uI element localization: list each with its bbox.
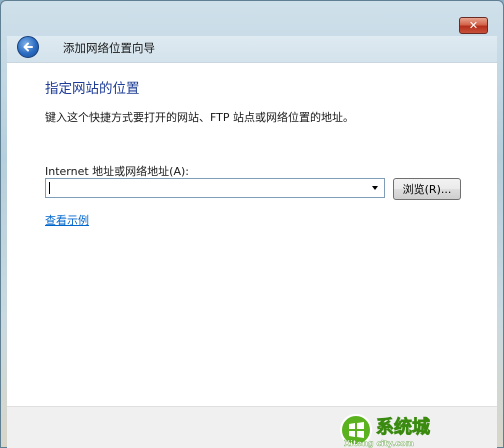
address-combobox[interactable] <box>45 178 385 198</box>
close-button[interactable]: ✕ <box>459 17 488 34</box>
address-label: Internet 地址或网络地址(A): <box>45 165 189 178</box>
description-text: 键入这个快捷方式要打开的网站、FTP 站点或网络位置的地址。 <box>45 111 354 124</box>
wizard-content: 指定网站的位置 键入这个快捷方式要打开的网站、FTP 站点或网络位置的地址。 I… <box>7 62 497 406</box>
close-icon: ✕ <box>468 19 479 32</box>
chevron-down-icon <box>372 186 378 190</box>
text-caret <box>49 182 50 194</box>
dropdown-arrow-button[interactable] <box>366 179 384 197</box>
browse-button[interactable]: 浏览(R)... <box>393 178 461 200</box>
view-examples-link[interactable]: 查看示例 <box>45 212 89 228</box>
address-input[interactable] <box>46 179 366 197</box>
wizard-footer <box>7 406 497 448</box>
wizard-title: 添加网络位置向导 <box>63 41 155 55</box>
main-instruction: 指定网站的位置 <box>45 81 140 97</box>
wizard-header: 添加网络位置向导 <box>7 36 497 62</box>
back-button[interactable] <box>17 36 39 58</box>
back-arrow-icon <box>23 42 33 52</box>
